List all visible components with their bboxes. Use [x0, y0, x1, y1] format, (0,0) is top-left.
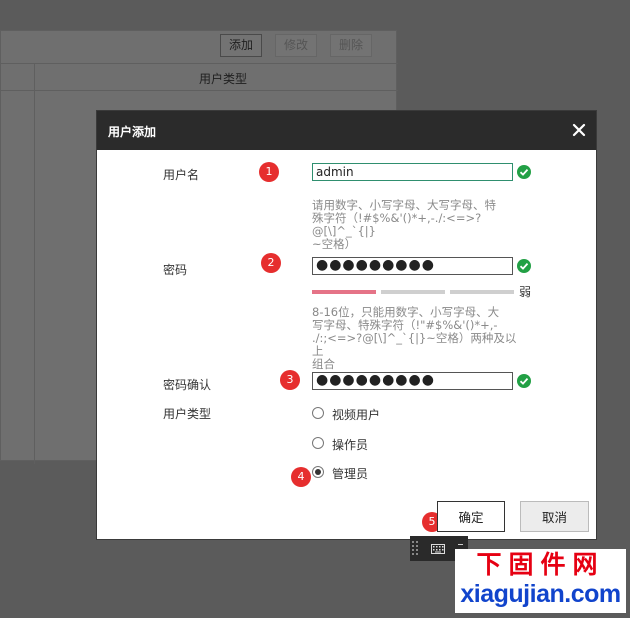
confirm-password-input[interactable]: ●●●●●●●●● — [312, 372, 513, 390]
ok-button[interactable]: 确定 — [437, 501, 505, 532]
confirm-valid-icon — [517, 374, 531, 388]
radio-button[interactable] — [312, 437, 324, 449]
step-badge-2: 2 — [261, 253, 281, 273]
step-badge-1: 1 — [259, 162, 279, 182]
radio-label: 管理员 — [332, 467, 369, 481]
close-icon[interactable] — [571, 122, 587, 138]
dialog-header: 用户添加 — [97, 111, 596, 150]
radio-label: 视频用户 — [332, 408, 381, 422]
radio-button[interactable] — [312, 407, 324, 419]
user-table-header: 用户类型 — [1, 63, 398, 464]
delete-button[interactable]: 删除 — [330, 34, 373, 57]
drag-grip-icon[interactable] — [412, 541, 421, 557]
password-input[interactable]: ●●●●●●●●● — [312, 257, 513, 275]
confirm-password-label: 密码确认 — [163, 378, 212, 392]
password-strength-bar-medium — [381, 290, 445, 294]
user-type-label: 用户类型 — [163, 407, 212, 421]
password-strength-bar-weak — [312, 290, 376, 294]
username-input[interactable]: admin — [312, 163, 513, 181]
username-label: 用户名 — [163, 168, 200, 182]
username-valid-icon — [517, 165, 531, 179]
watermark-cn: 下固件网 — [476, 550, 605, 579]
password-strength-text: 弱 — [519, 285, 532, 299]
add-user-dialog: 用户添加 用户名 1 admin 请用数字、小写字母、大写字母、特 殊字符（!#… — [96, 110, 597, 540]
column-divider — [34, 64, 35, 464]
step-badge-4: 4 — [291, 467, 311, 487]
column-header-user-type: 用户类型 — [199, 72, 248, 86]
minimize-icon[interactable] — [458, 544, 463, 545]
username-hint: 请用数字、小写字母、大写字母、特 殊字符（!#$%&'()*+,-./:<=>?… — [312, 198, 496, 251]
watermark: 下固件网 xiagujian.com — [455, 549, 626, 613]
edit-button[interactable]: 修改 — [275, 34, 318, 57]
password-label: 密码 — [163, 263, 188, 277]
dialog-title: 用户添加 — [108, 125, 157, 139]
cancel-button[interactable]: 取消 — [520, 501, 589, 532]
password-strength-bar-strong — [450, 290, 514, 294]
watermark-en: xiagujian.com — [460, 580, 621, 608]
radio-label: 操作员 — [332, 438, 369, 452]
radio-button-selected[interactable] — [312, 466, 324, 478]
password-hint: 8-16位，只能用数字、小写字母、大 写字母、特殊字符（!"#$%&'()*+,… — [312, 305, 517, 371]
background-toolbar: 添加 修改 删除 — [1, 31, 398, 63]
keyboard-icon[interactable] — [431, 544, 445, 554]
password-valid-icon — [517, 259, 531, 273]
step-badge-3: 3 — [280, 370, 300, 390]
add-button[interactable]: 添加 — [220, 34, 263, 57]
